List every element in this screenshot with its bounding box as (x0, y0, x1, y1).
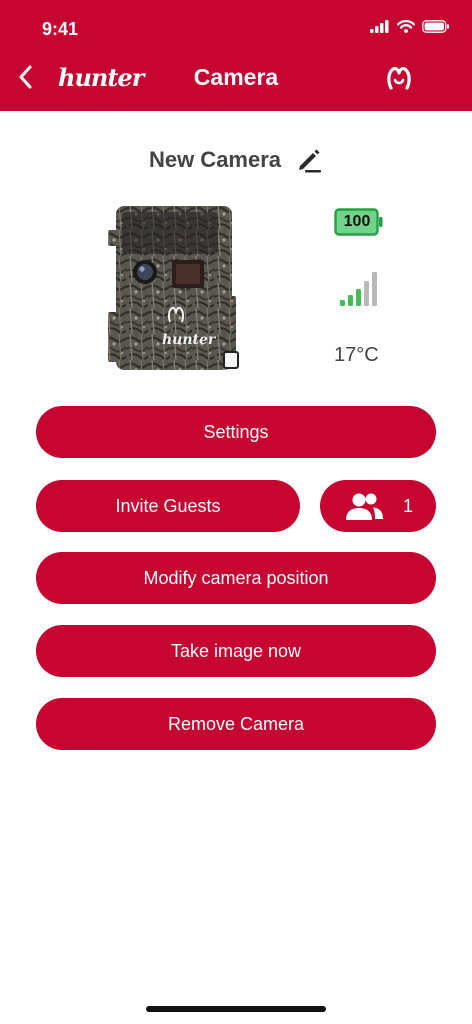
settings-button[interactable]: Settings (36, 406, 436, 458)
svg-text:hunter: hunter (162, 332, 217, 348)
wifi-icon (397, 20, 415, 33)
brand-mark-icon[interactable] (384, 64, 414, 92)
camera-name-row: New Camera (0, 146, 472, 174)
home-indicator (146, 1006, 326, 1012)
temperature: 17°C (334, 344, 379, 366)
guests-icon (345, 493, 383, 520)
camera-name: New Camera (148, 147, 282, 172)
signal-bars-icon (340, 272, 377, 306)
status-time: 9:41 (42, 19, 79, 39)
remove-camera-button[interactable]: Remove Camera (36, 698, 436, 750)
app-header: 9:41 hunter Camera (0, 0, 472, 111)
take-image-now-button[interactable]: Take image now (36, 625, 436, 677)
invite-guests-button[interactable]: Invite Guests (36, 480, 300, 532)
edit-pencil-icon[interactable] (295, 146, 323, 174)
battery-level: 100 (343, 213, 371, 230)
trail-camera-image: hunter (108, 206, 239, 370)
guests-count-button[interactable]: 1 (320, 480, 436, 532)
device-battery-icon (422, 20, 449, 33)
status-icons (370, 20, 450, 33)
cellular-signal-icon (370, 20, 389, 33)
modify-camera-position-button[interactable]: Modify camera position (36, 552, 436, 604)
guest-count: 1 (402, 495, 413, 516)
